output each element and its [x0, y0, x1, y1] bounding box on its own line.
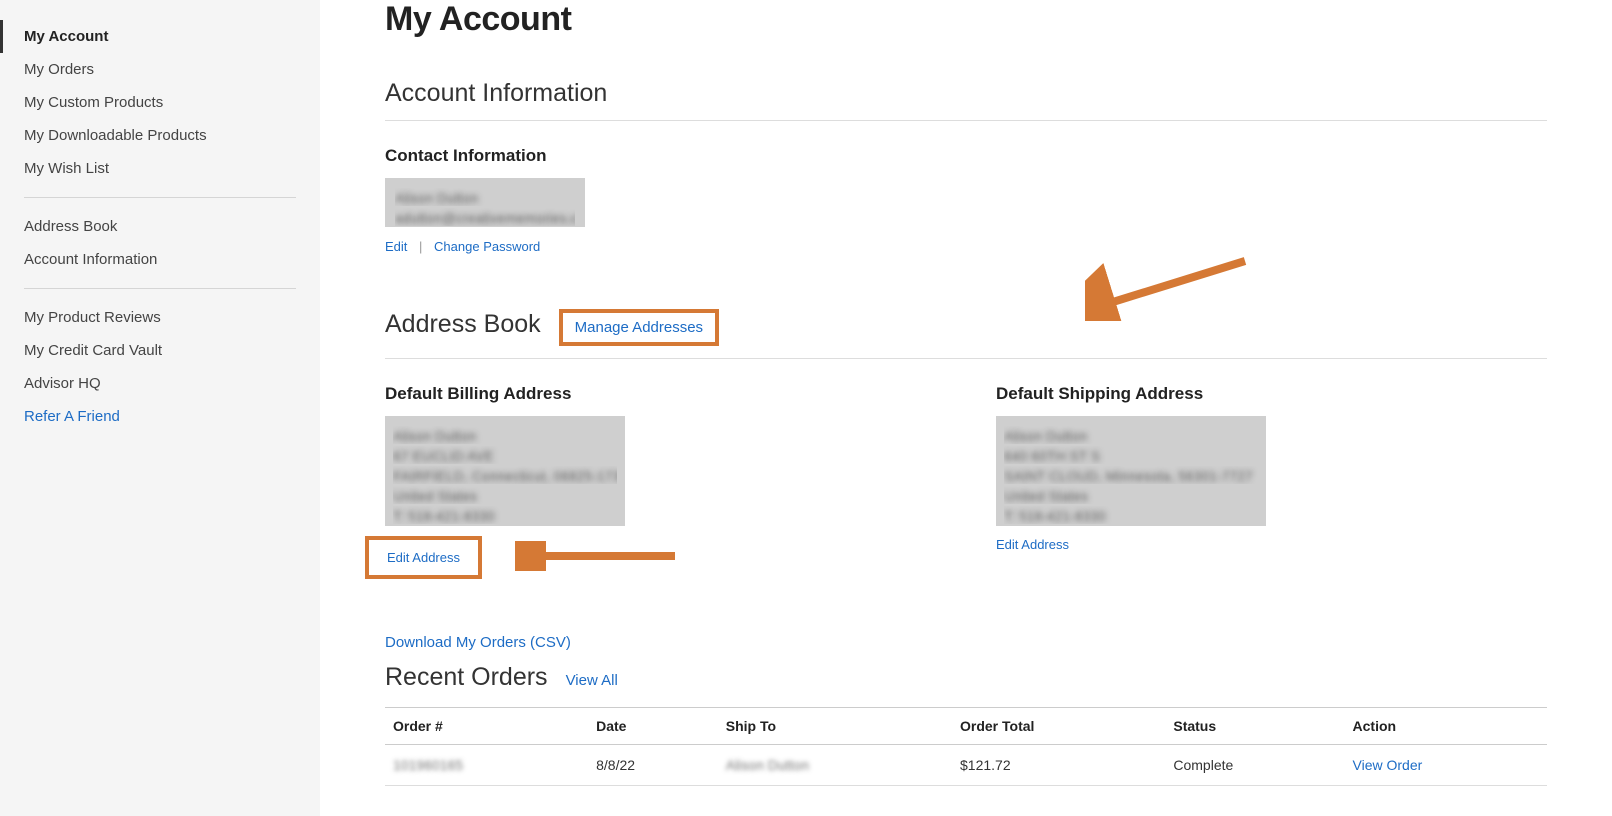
- table-row: 1019601658/8/22Alison Dutton$121.72Compl…: [385, 745, 1547, 786]
- billing-address-heading: Default Billing Address: [385, 384, 936, 404]
- download-orders-link[interactable]: Download My Orders (CSV): [385, 634, 571, 651]
- shipping-address-redacted: Alison Dutton 640 60TH ST S SAINT CLOUD,…: [996, 416, 1266, 526]
- col-action: Action: [1345, 708, 1547, 745]
- billing-address-redacted: Alison Dutton 67 EUCLID AVE FAIRFIELD, C…: [385, 416, 625, 526]
- contact-info-heading: Contact Information: [385, 146, 1547, 166]
- view-order-link[interactable]: View Order: [1353, 757, 1423, 773]
- address-book-heading: Address Book Manage Addresses: [385, 309, 1547, 359]
- address-grid: Default Billing Address Alison Dutton 67…: [385, 384, 1547, 579]
- cell-order-num: 101960165: [385, 745, 588, 786]
- shipping-address-heading: Default Shipping Address: [996, 384, 1547, 404]
- sidebar-nav: My AccountMy OrdersMy Custom ProductsMy …: [0, 20, 320, 433]
- orders-table: Order # Date Ship To Order Total Status …: [385, 707, 1547, 786]
- account-sidebar: My AccountMy OrdersMy Custom ProductsMy …: [0, 0, 320, 816]
- shipping-address-block: Default Shipping Address Alison Dutton 6…: [996, 384, 1547, 579]
- sidebar-item[interactable]: My Custom Products: [0, 86, 320, 119]
- sidebar-item[interactable]: My Downloadable Products: [0, 119, 320, 152]
- account-info-section: Account Information Contact Information …: [385, 79, 1547, 254]
- sidebar-divider: [24, 288, 296, 289]
- billing-address-block: Default Billing Address Alison Dutton 67…: [385, 384, 936, 579]
- account-info-heading: Account Information: [385, 79, 1547, 121]
- sidebar-item[interactable]: My Account: [0, 20, 320, 53]
- sidebar-item[interactable]: My Credit Card Vault: [0, 334, 320, 367]
- sidebar-item[interactable]: Advisor HQ: [0, 367, 320, 400]
- edit-contact-link[interactable]: Edit: [385, 239, 407, 254]
- view-all-orders-link[interactable]: View All: [566, 672, 618, 689]
- sidebar-item[interactable]: Address Book: [0, 210, 320, 243]
- col-status: Status: [1165, 708, 1344, 745]
- cell-action: View Order: [1345, 745, 1547, 786]
- contact-actions: Edit | Change Password: [385, 239, 1547, 254]
- col-ship-to: Ship To: [718, 708, 952, 745]
- edit-billing-address-link[interactable]: Edit Address: [365, 536, 482, 579]
- cell-order-total: $121.72: [952, 745, 1165, 786]
- separator: |: [419, 239, 422, 254]
- col-date: Date: [588, 708, 718, 745]
- main-content: My Account Account Information Contact I…: [320, 0, 1612, 816]
- cell-date: 8/8/22: [588, 745, 718, 786]
- recent-orders-header: Recent Orders View All: [385, 663, 1547, 692]
- sidebar-item[interactable]: My Product Reviews: [0, 301, 320, 334]
- recent-orders-section: Download My Orders (CSV) Recent Orders V…: [385, 634, 1547, 786]
- page-title: My Account: [385, 0, 1547, 39]
- annotation-arrow-icon: [515, 541, 685, 571]
- sidebar-item[interactable]: My Wish List: [0, 152, 320, 185]
- recent-orders-heading: Recent Orders: [385, 663, 548, 692]
- address-book-section: Address Book Manage Addresses Default Bi…: [385, 309, 1547, 579]
- sidebar-item[interactable]: My Orders: [0, 53, 320, 86]
- sidebar-item[interactable]: Account Information: [0, 243, 320, 276]
- edit-shipping-address-link[interactable]: Edit Address: [996, 537, 1069, 552]
- cell-ship-to: Alison Dutton: [718, 745, 952, 786]
- contact-info-redacted: Alison Dutton adutton@creativememories.c…: [385, 178, 585, 227]
- cell-status: Complete: [1165, 745, 1344, 786]
- change-password-link[interactable]: Change Password: [434, 239, 540, 254]
- address-book-heading-text: Address Book: [385, 310, 541, 339]
- manage-addresses-link[interactable]: Manage Addresses: [559, 309, 719, 346]
- col-order-num: Order #: [385, 708, 588, 745]
- col-order-total: Order Total: [952, 708, 1165, 745]
- sidebar-item[interactable]: Refer A Friend: [0, 400, 320, 433]
- sidebar-divider: [24, 197, 296, 198]
